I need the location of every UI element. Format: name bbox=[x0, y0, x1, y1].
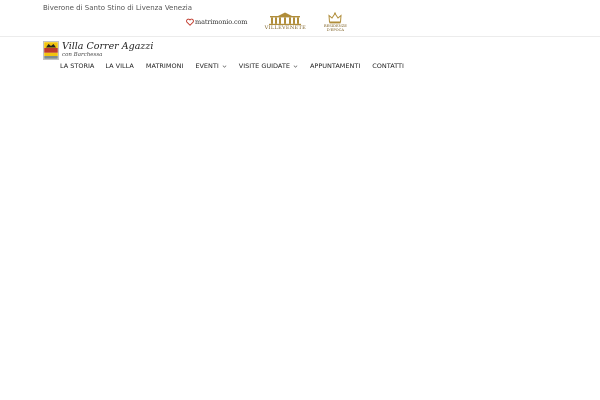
nav-item-contatti[interactable]: CONTATTI bbox=[372, 62, 404, 70]
residenze-epoca-line2: D'EPOCA bbox=[326, 28, 344, 32]
site-subtitle: con Barchessa bbox=[62, 52, 103, 58]
nav-item-label: LA VILLA bbox=[105, 62, 134, 70]
matrimonio-logo-text: matrimonio.com bbox=[195, 18, 248, 26]
partner-logos: matrimonio.com VILLEVENETE RESIDENZE D'E… bbox=[186, 12, 348, 36]
site-logo-link[interactable]: Villa Correr Agazzi con Barchessa bbox=[43, 41, 153, 60]
heart-icon bbox=[186, 18, 194, 26]
crown-icon bbox=[328, 12, 342, 24]
nav-item-label: APPUNTAMENTI bbox=[309, 62, 361, 70]
address-text: Biverone di Santo Stino di Livenza Venez… bbox=[43, 4, 193, 12]
residenze-epoca-logo-link[interactable]: RESIDENZE D'EPOCA bbox=[322, 12, 348, 32]
family-crest-icon bbox=[43, 41, 59, 60]
nav-item-label: MATRIMONI bbox=[145, 62, 184, 70]
nav-item-label: VISITE GUIDATE bbox=[238, 62, 290, 70]
top-bar: Biverone di Santo Stino di Livenza Venez… bbox=[0, 0, 600, 37]
nav-item-matrimoni[interactable]: MATRIMONI bbox=[146, 62, 183, 70]
nav-item-visite-guidate[interactable]: VISITE GUIDATE bbox=[239, 62, 298, 70]
nav-item-la-villa[interactable]: LA VILLA bbox=[105, 62, 134, 70]
nav-item-eventi[interactable]: EVENTI bbox=[195, 62, 227, 70]
villevenete-logo-link[interactable]: VILLEVENETE bbox=[262, 12, 308, 31]
chevron-down-icon bbox=[293, 64, 298, 68]
matrimonio-logo-link[interactable]: matrimonio.com bbox=[186, 18, 247, 26]
nav-item-label: LA STORIA bbox=[60, 62, 95, 70]
nav-item-appuntamenti[interactable]: APPUNTAMENTI bbox=[310, 62, 360, 70]
brand: Villa Correr Agazzi con Barchessa bbox=[62, 41, 153, 60]
nav-item-label: EVENTI bbox=[195, 62, 219, 70]
villa-building-icon bbox=[269, 12, 302, 25]
main-navigation: LA STORIA LA VILLA MATRIMONI EVENTI VISI… bbox=[60, 61, 404, 71]
site-title: Villa Correr Agazzi bbox=[62, 41, 154, 52]
villevenete-logo-text: VILLEVENETE bbox=[264, 25, 307, 31]
chevron-down-icon bbox=[222, 64, 227, 68]
nav-item-la-storia[interactable]: LA STORIA bbox=[60, 62, 94, 70]
nav-item-label: CONTATTI bbox=[372, 62, 404, 70]
